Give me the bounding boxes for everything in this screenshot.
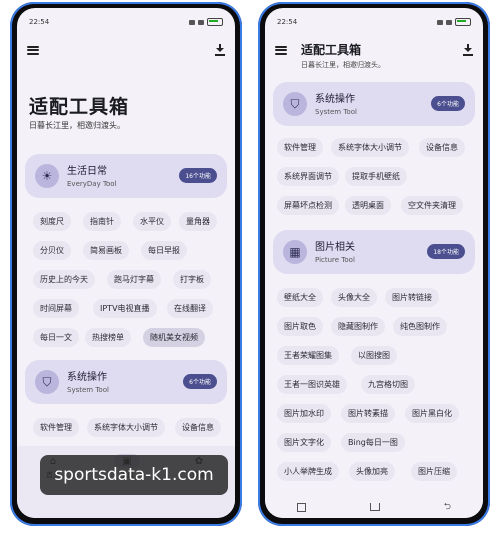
tool-chip[interactable]: 图片加水印: [277, 404, 331, 423]
category-name: 系统操作: [67, 372, 107, 383]
tool-chip[interactable]: 图片转链接: [385, 288, 439, 307]
status-bar: 22:54: [277, 16, 471, 28]
tool-chip[interactable]: 小人举牌生成: [277, 462, 339, 481]
tool-chip[interactable]: 头像大全: [331, 288, 377, 307]
tool-chip[interactable]: 热搜榜单: [85, 328, 131, 347]
tool-chip[interactable]: 每日一文: [33, 328, 79, 347]
system-nav-area: ⮌: [265, 496, 483, 518]
tool-chip[interactable]: 时间屏幕: [33, 299, 79, 318]
status-icons: [189, 18, 223, 26]
tool-chip[interactable]: 隐藏图制作: [331, 317, 385, 336]
wifi-icon: [446, 19, 452, 25]
tool-chip[interactable]: 系统字体大小调节: [331, 138, 409, 157]
download-icon[interactable]: [463, 44, 473, 56]
tool-chip[interactable]: 随机美女视频: [143, 328, 205, 347]
header-title-block: 适配工具箱 日暮长江里，相邀归渡头。: [301, 41, 385, 70]
category-en-name: EveryDay Tool: [67, 180, 117, 188]
tool-chip[interactable]: 指南针: [83, 212, 121, 231]
status-time: 22:54: [29, 18, 50, 26]
page-title: 适配工具箱: [301, 43, 362, 57]
status-icons: [437, 18, 471, 26]
category-system[interactable]: ⛉ 系统操作 System Tool 6个功能: [273, 82, 475, 126]
category-everyday[interactable]: ☀ 生活日常 EveryDay Tool 16个功能: [25, 154, 227, 198]
download-icon[interactable]: [215, 44, 225, 56]
tool-chip[interactable]: 王者荣耀图集: [277, 346, 339, 365]
menu-icon[interactable]: [27, 45, 39, 55]
top-bar: [27, 42, 225, 58]
tool-chip[interactable]: 王者一图识英雄: [277, 375, 347, 394]
feature-count-badge: 18个功能: [427, 244, 465, 259]
tool-chip[interactable]: 屏幕坏点检测: [277, 196, 339, 215]
signal-icon: [189, 19, 195, 25]
right-phone: 22:54 适配工具箱 日暮长江里，相邀归渡头。 ⛉ 系统操作 System T…: [258, 2, 490, 526]
tool-chip[interactable]: 跑马灯字幕: [107, 270, 161, 289]
recents-icon[interactable]: [296, 502, 306, 512]
status-bar: 22:54: [29, 16, 223, 28]
left-phone: 22:54 适配工具箱 日暮长江里，相邀归渡头。 ☀ 生活日常 EveryDay…: [10, 2, 242, 526]
battery-icon: [207, 18, 223, 26]
feature-count-badge: 6个功能: [183, 374, 217, 389]
shield-icon: ⛉: [283, 92, 307, 116]
feature-count-badge: 6个功能: [431, 96, 465, 111]
tool-chip[interactable]: 图片取色: [277, 317, 323, 336]
home-icon[interactable]: [369, 503, 380, 511]
tool-chip[interactable]: Bing每日一图: [341, 433, 405, 452]
category-picture[interactable]: ▦ 图片相关 Picture Tool 18个功能: [273, 230, 475, 274]
tool-chip[interactable]: 提取手机壁纸: [345, 167, 407, 186]
watermark: sportsdata-k1.com: [40, 455, 228, 495]
tool-chip[interactable]: 量角器: [179, 212, 217, 231]
category-system[interactable]: ⛉ 系统操作 System Tool 6个功能: [25, 360, 227, 404]
tool-chip[interactable]: IPTV电视直播: [93, 299, 157, 318]
tool-chip[interactable]: 壁纸大全: [277, 288, 323, 307]
tool-chip[interactable]: 设备信息: [175, 418, 221, 437]
page-subtitle: 日暮长江里，相邀归渡头。: [301, 61, 385, 69]
tool-chip[interactable]: 分贝仪: [33, 241, 71, 260]
tool-chip[interactable]: 每日早报: [141, 241, 187, 260]
category-name: 图片相关: [315, 242, 355, 253]
category-name: 生活日常: [67, 166, 107, 177]
shield-icon: ⛉: [35, 370, 59, 394]
tool-chip[interactable]: 图片文字化: [277, 433, 331, 452]
tool-chip[interactable]: 刻度尺: [33, 212, 71, 231]
status-time: 22:54: [277, 18, 298, 26]
battery-icon: [455, 18, 471, 26]
page-title: 适配工具箱: [29, 96, 130, 118]
tool-chip[interactable]: 软件管理: [33, 418, 79, 437]
category-en-name: Picture Tool: [315, 256, 355, 264]
back-icon[interactable]: ⮌: [444, 499, 451, 515]
right-screen: 22:54 适配工具箱 日暮长江里，相邀归渡头。 ⛉ 系统操作 System T…: [265, 8, 483, 518]
tool-chip[interactable]: 纯色图制作: [393, 317, 447, 336]
tool-chip[interactable]: 图片转素描: [341, 404, 395, 423]
tool-chip[interactable]: 打字板: [173, 270, 211, 289]
page-subtitle: 日暮长江里，相邀归渡头。: [29, 121, 125, 130]
image-icon: ▦: [283, 240, 307, 264]
tool-chip[interactable]: 在线翻译: [167, 299, 213, 318]
category-name: 系统操作: [315, 94, 355, 105]
category-en-name: System Tool: [67, 386, 109, 394]
left-screen: 22:54 适配工具箱 日暮长江里，相邀归渡头。 ☀ 生活日常 EveryDay…: [17, 8, 235, 518]
wifi-icon: [198, 19, 204, 25]
tool-chip[interactable]: 以图搜图: [351, 346, 397, 365]
tool-chip[interactable]: 系统界面调节: [277, 167, 339, 186]
tool-chip[interactable]: 设备信息: [419, 138, 465, 157]
category-en-name: System Tool: [315, 108, 357, 116]
tool-chip[interactable]: 简易画板: [83, 241, 129, 260]
tool-chip[interactable]: 透明桌面: [345, 196, 391, 215]
feature-count-badge: 16个功能: [179, 168, 217, 183]
signal-icon: [437, 19, 443, 25]
tool-chip[interactable]: 水平仪: [133, 212, 171, 231]
tool-chip[interactable]: 头像加亮: [349, 462, 395, 481]
tool-chip[interactable]: 九宫格切图: [361, 375, 415, 394]
sun-icon: ☀: [35, 164, 59, 188]
menu-icon[interactable]: [275, 45, 287, 55]
tool-chip[interactable]: 图片压缩: [411, 462, 457, 481]
system-gesture-bar: ⮌: [265, 500, 483, 514]
tool-chip[interactable]: 空文件夹清理: [401, 196, 463, 215]
tool-chip[interactable]: 图片黑白化: [405, 404, 459, 423]
tool-chip[interactable]: 历史上的今天: [33, 270, 95, 289]
tool-chip[interactable]: 系统字体大小调节: [87, 418, 165, 437]
tool-chip[interactable]: 软件管理: [277, 138, 323, 157]
